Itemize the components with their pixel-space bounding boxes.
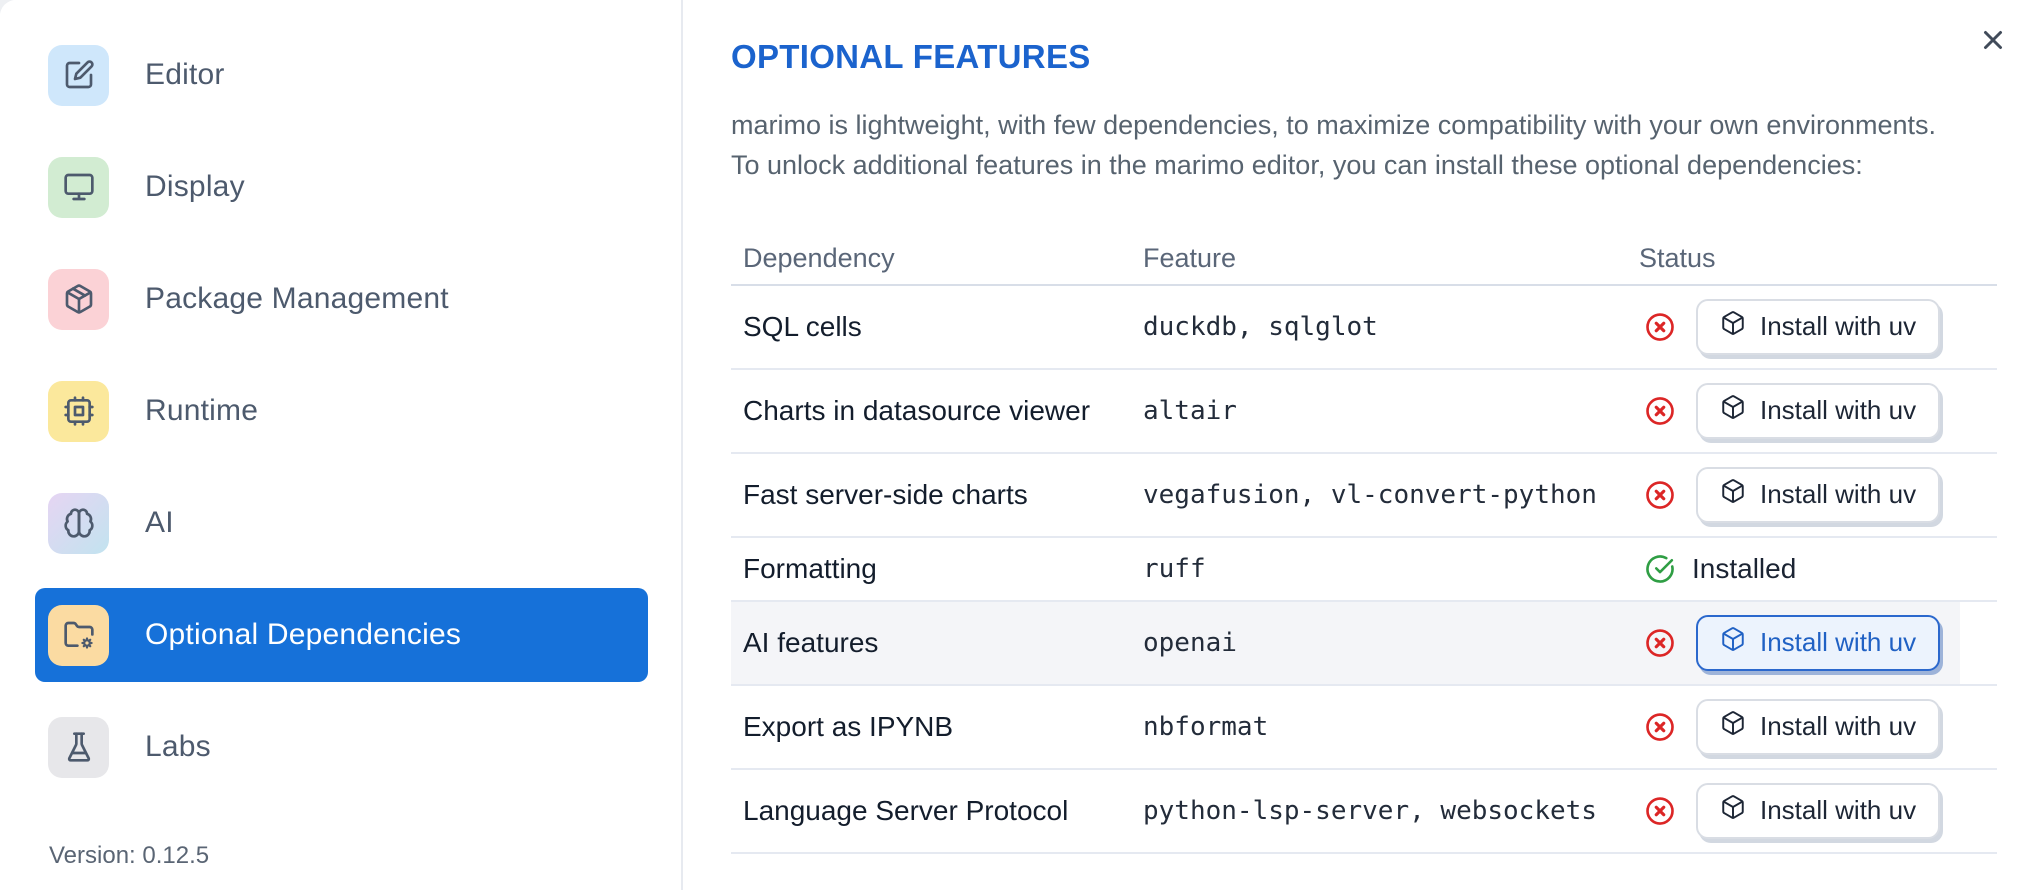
header-dependency: Dependency [743, 243, 895, 274]
status-cell: Installed [1639, 553, 1997, 585]
package-box-icon [1720, 310, 1746, 343]
install-button-label: Install with uv [1760, 479, 1917, 510]
dependency-cell: AI features [743, 626, 879, 658]
brain-icon [48, 492, 109, 554]
status-error-icon [1645, 712, 1675, 742]
header-feature: Feature [1143, 243, 1237, 274]
sidebar-item-display[interactable]: Display [35, 140, 648, 234]
table-row: Charts in datasource viewer altair Insta… [731, 369, 1997, 454]
feature-cell: nbformat [1143, 711, 1269, 742]
install-button-label: Install with uv [1760, 795, 1917, 826]
install-button-label: Install with uv [1760, 311, 1917, 342]
install-with-uv-button[interactable]: Install with uv [1696, 782, 1941, 839]
status-cell: Install with uv [1639, 698, 1997, 755]
sidebar-item-labs[interactable]: Labs [35, 700, 648, 794]
sidebar-nav: Editor Display Package Management Runtim… [0, 0, 681, 794]
feature-cell: duckdb, sqlglot [1143, 311, 1378, 342]
dependency-cell: SQL cells [743, 310, 862, 342]
panel-description: marimo is lightweight, with few dependen… [731, 106, 1997, 186]
feature-cell: ruff [1143, 553, 1206, 584]
sidebar-item-label: Optional Dependencies [145, 618, 462, 651]
dependency-cell: Language Server Protocol [743, 794, 1069, 826]
status-cell: Install with uv [1639, 466, 1997, 523]
package-box-icon [1720, 794, 1746, 827]
table-row: AI features openai Install with uv [731, 601, 1997, 686]
sidebar-item-optional-dependencies[interactable]: Optional Dependencies [35, 588, 648, 682]
description-line-2: To unlock additional features in the mar… [731, 149, 1863, 180]
dependency-cell: Formatting [743, 552, 877, 584]
monitor-icon [48, 156, 109, 218]
feature-cell: openai [1143, 627, 1237, 658]
edit-icon [48, 44, 109, 106]
table-header-row: Dependency Feature Status [731, 234, 1997, 286]
folder-cog-icon [48, 604, 109, 666]
close-button[interactable] [1970, 18, 2016, 64]
status-cell: Install with uv [1639, 298, 1997, 355]
package-box-icon [1720, 478, 1746, 511]
status-cell: Install with uv [1639, 614, 1997, 671]
dependency-cell: Export as IPYNB [743, 710, 954, 742]
page-title: OPTIONAL FEATURES [731, 38, 1091, 75]
sidebar-item-label: Labs [145, 730, 211, 763]
status-error-icon [1645, 396, 1675, 426]
settings-dialog: Editor Display Package Management Runtim… [0, 0, 2042, 890]
package-box-icon [1720, 710, 1746, 743]
package-icon [48, 268, 109, 330]
sidebar-item-label: Editor [145, 58, 225, 91]
status-error-icon [1645, 480, 1675, 510]
description-line-1: marimo is lightweight, with few dependen… [731, 110, 1937, 140]
table-row: Formatting ruff Installed [731, 537, 1997, 602]
package-box-icon [1720, 394, 1746, 427]
install-with-uv-button[interactable]: Install with uv [1696, 382, 1941, 439]
dependency-cell: Fast server-side charts [743, 478, 1028, 510]
install-button-label: Install with uv [1760, 395, 1917, 426]
dependency-cell: Charts in datasource viewer [743, 394, 1091, 426]
install-button-label: Install with uv [1760, 711, 1917, 742]
status-error-icon [1645, 796, 1675, 826]
feature-cell: altair [1143, 395, 1237, 426]
install-with-uv-button[interactable]: Install with uv [1696, 614, 1941, 671]
install-with-uv-button[interactable]: Install with uv [1696, 698, 1941, 755]
optional-features-panel: OPTIONAL FEATURES marimo is lightweight,… [683, 0, 2042, 890]
close-icon [1978, 25, 2008, 58]
sidebar-item-label: Runtime [145, 394, 259, 427]
table-row: Export as IPYNB nbformat Install with uv [731, 685, 1997, 770]
status-error-icon [1645, 628, 1675, 658]
status-success-icon [1645, 554, 1675, 584]
dependencies-table: Dependency Feature Status SQL cells duck… [731, 234, 1997, 854]
status-error-icon [1645, 312, 1675, 342]
flask-icon [48, 716, 109, 778]
sidebar-item-editor[interactable]: Editor [35, 28, 648, 122]
sidebar-item-label: Package Management [145, 282, 449, 315]
installed-label: Installed [1692, 552, 1797, 584]
settings-sidebar: Editor Display Package Management Runtim… [0, 0, 683, 890]
sidebar-item-label: AI [145, 506, 174, 539]
header-status: Status [1639, 243, 1716, 274]
sidebar-item-label: Display [145, 170, 245, 203]
table-body: SQL cells duckdb, sqlglot Install with u… [731, 285, 1997, 854]
version-label: Version: 0.12.5 [49, 842, 210, 869]
install-with-uv-button[interactable]: Install with uv [1696, 298, 1941, 355]
cpu-icon [48, 380, 109, 442]
feature-cell: python-lsp-server, websockets [1143, 795, 1597, 826]
status-cell: Install with uv [1639, 782, 1997, 839]
status-cell: Install with uv [1639, 382, 1997, 439]
table-row: Language Server Protocol python-lsp-serv… [731, 769, 1997, 854]
sidebar-item-ai[interactable]: AI [35, 476, 648, 570]
install-with-uv-button[interactable]: Install with uv [1696, 466, 1941, 523]
table-row: Fast server-side charts vegafusion, vl-c… [731, 453, 1997, 538]
install-button-label: Install with uv [1760, 627, 1917, 658]
package-box-icon [1720, 626, 1746, 659]
sidebar-item-runtime[interactable]: Runtime [35, 364, 648, 458]
sidebar-item-package-management[interactable]: Package Management [35, 252, 648, 346]
table-row: SQL cells duckdb, sqlglot Install with u… [731, 285, 1997, 370]
feature-cell: vegafusion, vl-convert-python [1143, 479, 1597, 510]
